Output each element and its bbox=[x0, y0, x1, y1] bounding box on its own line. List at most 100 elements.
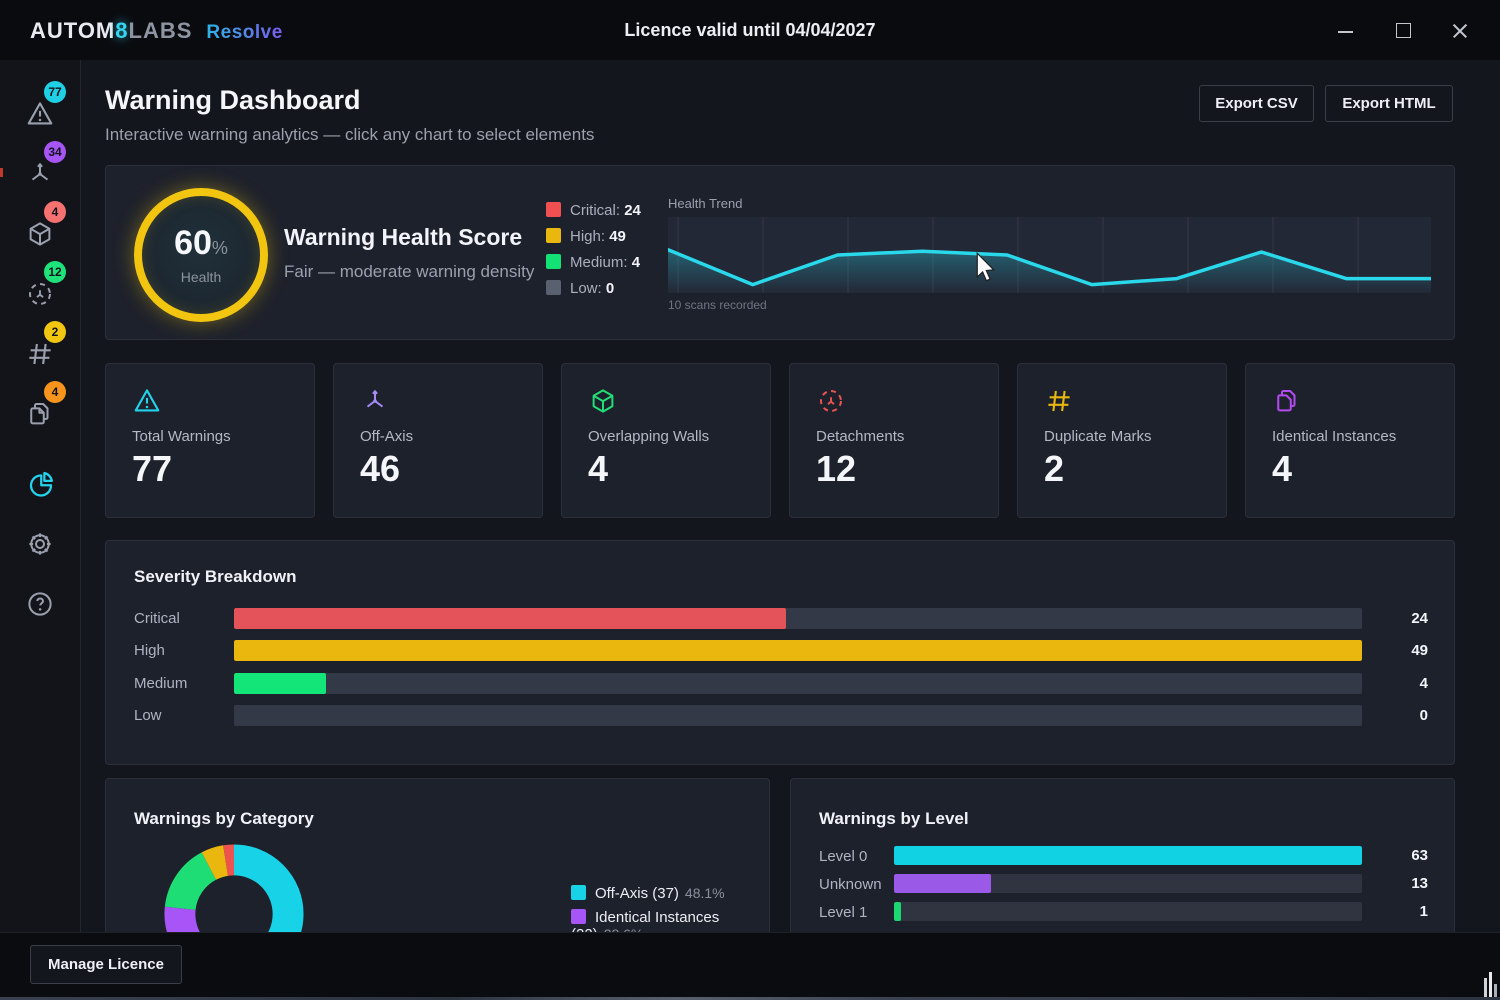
severity-breakdown-panel: Severity Breakdown Critical 24 High 49 M… bbox=[105, 540, 1455, 765]
level-title: Warnings by Level bbox=[819, 809, 969, 829]
health-title: Warning Health Score bbox=[284, 224, 522, 251]
trend-line-chart bbox=[668, 217, 1431, 293]
license-status-text: Licence valid until 04/04/2027 bbox=[0, 20, 1500, 41]
category-legend-off-axis[interactable]: Off-Axis (37)48.1% bbox=[571, 885, 725, 903]
severity-row-value: 0 bbox=[1368, 707, 1428, 724]
severity-bar-fill bbox=[234, 640, 1362, 661]
severity-bar-high[interactable] bbox=[234, 640, 1362, 661]
sidebar-item-identical-instances[interactable]: 4 bbox=[0, 385, 80, 441]
background-artifact bbox=[0, 168, 3, 177]
severity-bar-fill bbox=[234, 673, 326, 694]
severity-bar-low[interactable] bbox=[234, 705, 1362, 726]
close-button[interactable] bbox=[1450, 22, 1470, 40]
severity-row-value: 49 bbox=[1368, 642, 1428, 659]
cube-icon bbox=[588, 386, 618, 416]
stat-value: 2 bbox=[1044, 448, 1064, 490]
severity-row-label: Medium bbox=[134, 675, 187, 692]
page-title: Warning Dashboard bbox=[105, 85, 361, 116]
footer-bar: Manage Licence bbox=[0, 932, 1500, 1000]
badge-count: 2 bbox=[44, 321, 66, 343]
help-icon bbox=[25, 589, 55, 619]
stat-card-duplicate-marks[interactable]: Duplicate Marks 2 bbox=[1017, 363, 1227, 518]
hash-icon bbox=[25, 339, 55, 369]
trend-title: Health Trend bbox=[668, 196, 742, 211]
legend-item-high[interactable]: High: 49 bbox=[546, 228, 626, 246]
legend-swatch bbox=[546, 202, 561, 217]
stat-card-off-axis[interactable]: Off-Axis 46 bbox=[333, 363, 543, 518]
stat-card-overlapping-walls[interactable]: Overlapping Walls 4 bbox=[561, 363, 771, 518]
level-bar-level0[interactable] bbox=[894, 846, 1362, 865]
stat-card-total-warnings[interactable]: Total Warnings 77 bbox=[105, 363, 315, 518]
trend-footnote: 10 scans recorded bbox=[668, 298, 767, 312]
stat-value: 77 bbox=[132, 448, 172, 490]
stat-value: 12 bbox=[816, 448, 856, 490]
copy-icon bbox=[1272, 386, 1302, 416]
stat-value: 4 bbox=[1272, 448, 1292, 490]
cube-icon bbox=[25, 219, 55, 249]
stat-value: 46 bbox=[360, 448, 400, 490]
sidebar-item-off-axis[interactable]: 34 bbox=[0, 145, 80, 201]
warning-triangle-icon bbox=[132, 386, 162, 416]
copy-icon bbox=[25, 399, 55, 429]
sidebar-item-help[interactable] bbox=[0, 575, 80, 631]
title-bar: AUTOM8LABSResolve Licence valid until 04… bbox=[0, 0, 1500, 60]
badge-count: 77 bbox=[44, 81, 66, 103]
detach-circle-icon bbox=[816, 386, 846, 416]
legend-swatch bbox=[546, 254, 561, 269]
severity-bar-fill bbox=[234, 608, 786, 629]
sidebar-item-charts[interactable] bbox=[0, 455, 80, 511]
manage-licence-button[interactable]: Manage Licence bbox=[30, 945, 182, 984]
sidebar-item-warnings[interactable]: 77 bbox=[0, 85, 80, 141]
legend-item-medium[interactable]: Medium: 4 bbox=[546, 254, 640, 272]
stat-label: Off-Axis bbox=[360, 428, 413, 445]
level-row-label: Level 0 bbox=[819, 848, 867, 865]
sidebar-item-detachments[interactable]: 12 bbox=[0, 265, 80, 321]
stat-card-detachments[interactable]: Detachments 12 bbox=[789, 363, 999, 518]
mouse-cursor bbox=[975, 252, 997, 282]
health-trend-chart[interactable] bbox=[668, 217, 1431, 293]
category-legend-identical-instances[interactable]: Identical Instances (22)28.6% bbox=[571, 909, 769, 927]
sidebar-item-duplicate-marks[interactable]: 2 bbox=[0, 325, 80, 381]
legend-item-critical[interactable]: Critical: 24 bbox=[546, 202, 641, 220]
minimize-button[interactable] bbox=[1336, 22, 1356, 40]
stat-label: Total Warnings bbox=[132, 428, 231, 445]
health-score-label: Health bbox=[181, 269, 221, 285]
export-csv-button[interactable]: Export CSV bbox=[1199, 85, 1314, 122]
level-bar-fill bbox=[894, 874, 991, 893]
pie-chart-icon bbox=[25, 469, 55, 499]
legend-item-low[interactable]: Low: 0 bbox=[546, 280, 614, 298]
severity-bar-critical[interactable] bbox=[234, 608, 1362, 629]
maximize-button[interactable] bbox=[1394, 22, 1414, 40]
level-bar-level1[interactable] bbox=[894, 902, 1362, 921]
page-subtitle: Interactive warning analytics — click an… bbox=[105, 125, 594, 145]
severity-row-label: Critical bbox=[134, 610, 180, 627]
health-score-value: 60 bbox=[174, 224, 212, 262]
background-artifact bbox=[1494, 984, 1497, 997]
level-row-label: Level 1 bbox=[819, 904, 867, 921]
warning-triangle-icon bbox=[25, 99, 55, 129]
sidebar-item-overlapping-walls[interactable]: 4 bbox=[0, 205, 80, 261]
severity-row-value: 4 bbox=[1368, 675, 1428, 692]
level-bar-unknown[interactable] bbox=[894, 874, 1362, 893]
background-artifact bbox=[1484, 978, 1487, 997]
gear-icon bbox=[25, 529, 55, 559]
detach-circle-icon bbox=[25, 279, 55, 309]
level-row-value: 1 bbox=[1368, 903, 1428, 920]
sidebar: 77 34 4 12 2 4 bbox=[0, 60, 81, 932]
badge-count: 4 bbox=[44, 201, 66, 223]
sidebar-item-settings[interactable] bbox=[0, 515, 80, 571]
health-subtitle: Fair — moderate warning density bbox=[284, 262, 534, 282]
minimize-icon bbox=[1338, 31, 1353, 33]
level-bar-fill bbox=[894, 846, 1362, 865]
severity-row-label: High bbox=[134, 642, 165, 659]
stat-card-identical-instances[interactable]: Identical Instances 4 bbox=[1245, 363, 1455, 518]
level-row-value: 63 bbox=[1368, 847, 1428, 864]
stat-label: Identical Instances bbox=[1272, 428, 1396, 445]
level-row-label: Unknown bbox=[819, 876, 882, 893]
axis-tripod-icon bbox=[25, 159, 55, 189]
legend-swatch bbox=[571, 909, 586, 924]
export-html-button[interactable]: Export HTML bbox=[1325, 85, 1453, 122]
legend-swatch bbox=[546, 280, 561, 295]
badge-count: 4 bbox=[44, 381, 66, 403]
severity-bar-medium[interactable] bbox=[234, 673, 1362, 694]
